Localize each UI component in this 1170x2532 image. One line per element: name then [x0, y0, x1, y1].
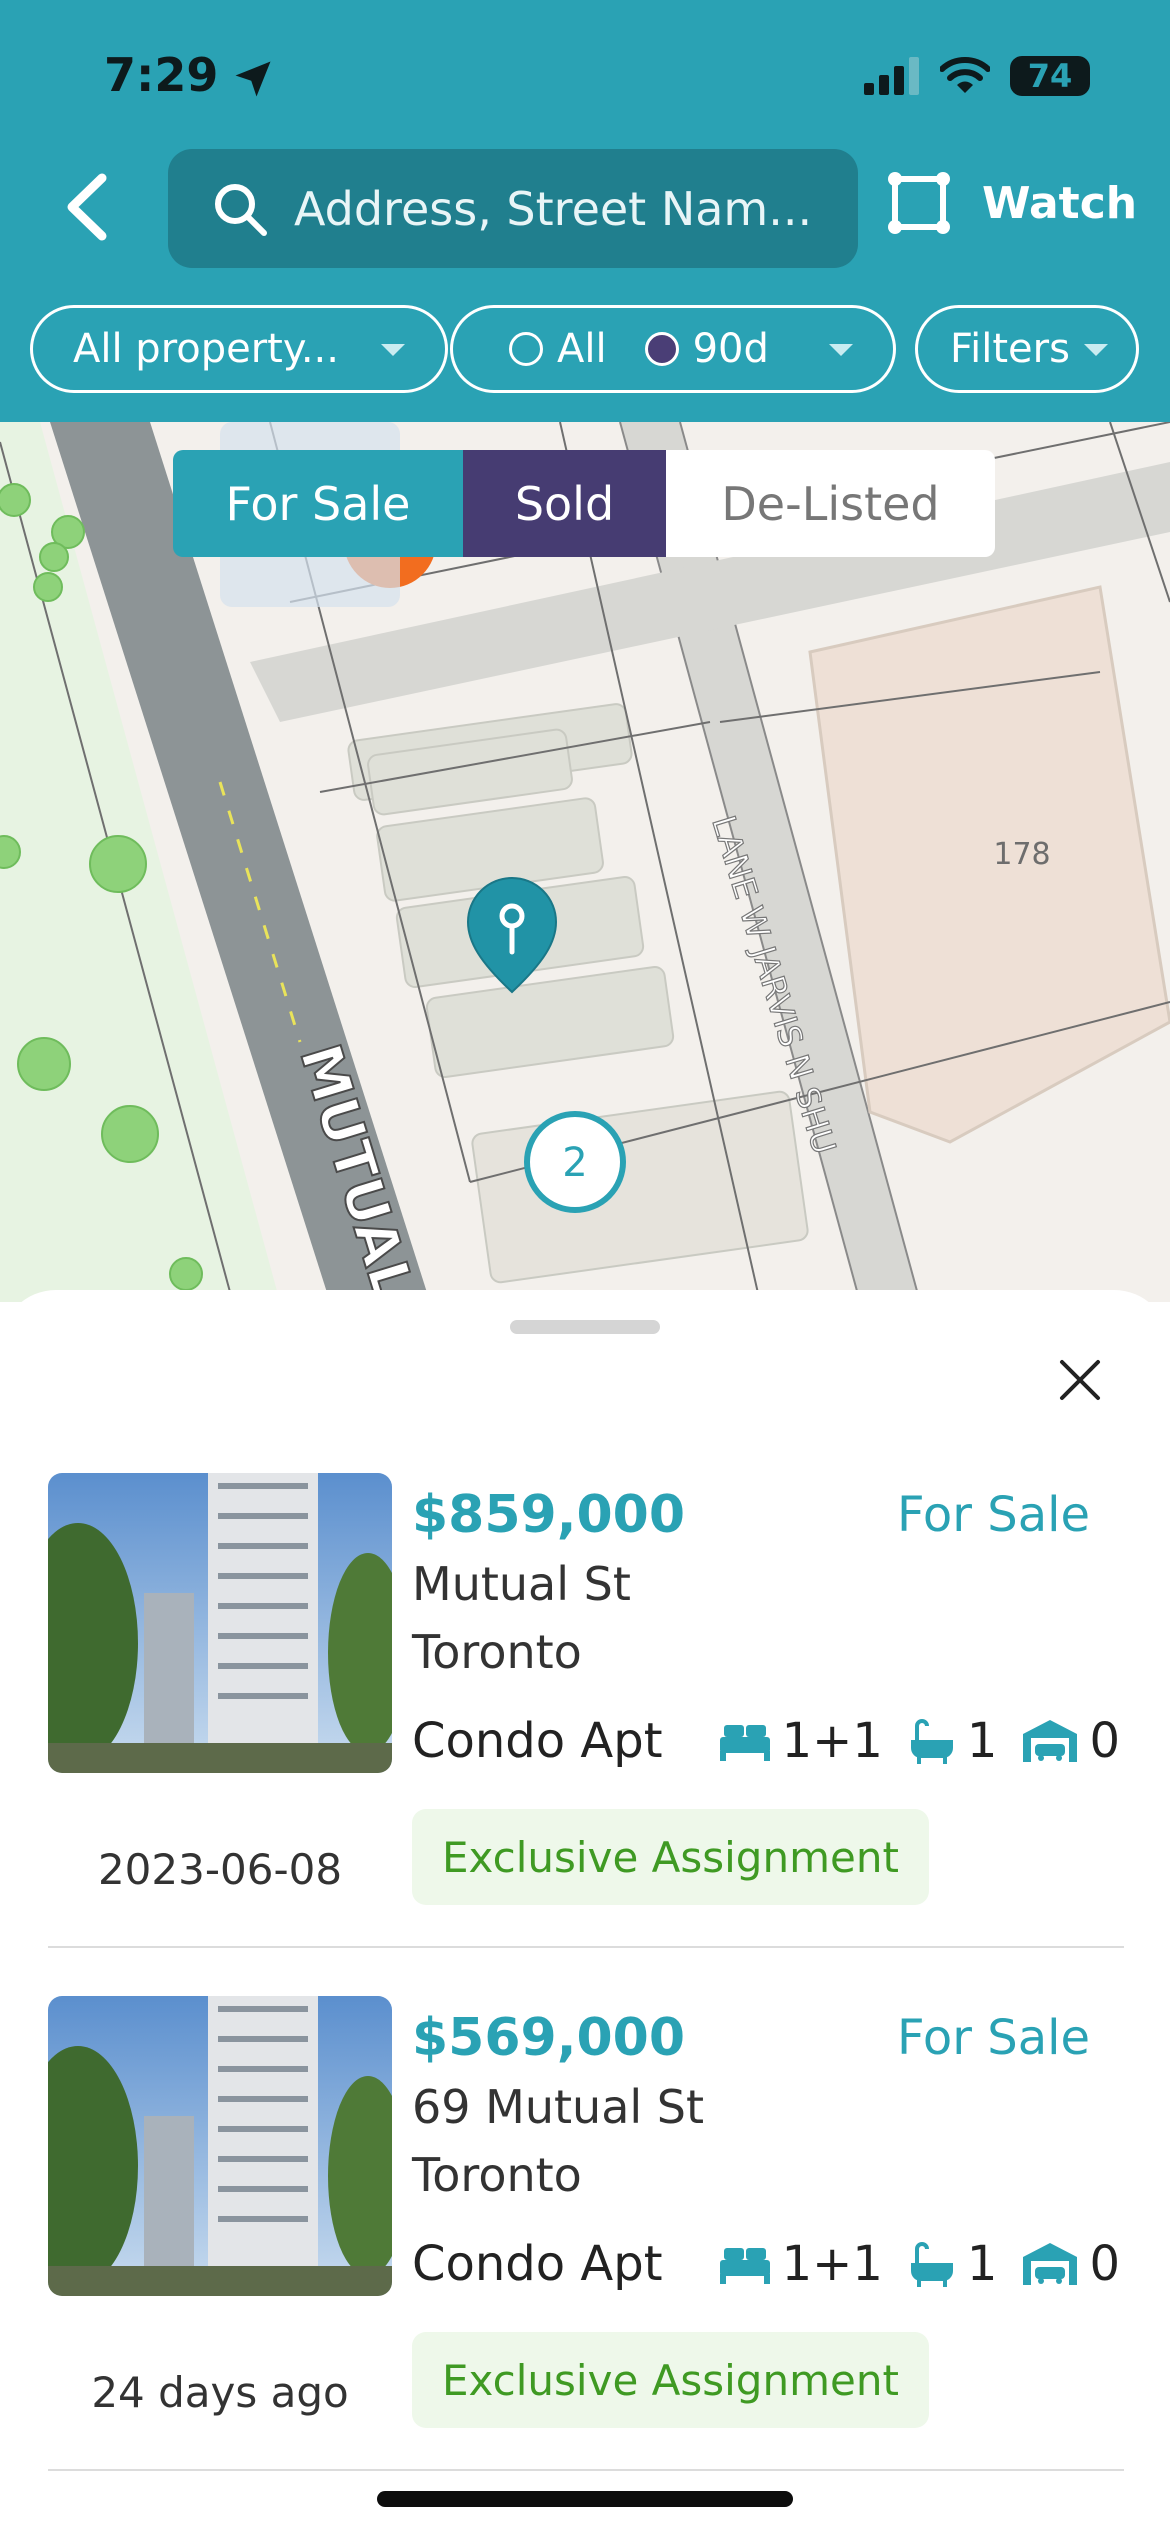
listing-specs: 1+1 1 0: [704, 1713, 1120, 1769]
tab-for-sale[interactable]: For Sale: [173, 450, 463, 557]
garage-icon: [1023, 1720, 1078, 1762]
top-header: 7:29 74 Address, Street Nam... Watch All…: [0, 0, 1170, 422]
listing-badge: Exclusive Assignment: [412, 1809, 929, 1905]
listing-specs: 1+1 1 0: [704, 2236, 1120, 2292]
chevron-down-icon: [829, 344, 853, 356]
beds-count: 1+1: [781, 2236, 883, 2292]
status-icons: 74: [864, 56, 1090, 96]
search-icon: [215, 183, 267, 236]
listing-address-line1: 69 Mutual St: [412, 2080, 705, 2134]
close-icon[interactable]: [1058, 1358, 1102, 1402]
time-range-filter[interactable]: All 90d: [450, 305, 896, 393]
chevron-down-icon: [1084, 344, 1108, 356]
search-placeholder: Address, Street Nam...: [294, 181, 813, 236]
listing-date: 2023-06-08: [97, 1845, 343, 1894]
listing-photo[interactable]: [48, 1473, 392, 1773]
listing-type: Condo Apt: [412, 1713, 663, 1769]
tab-de-listed[interactable]: De-Listed: [666, 450, 995, 557]
baths-count: 1: [966, 1713, 998, 1769]
bed-icon: [719, 1725, 770, 1761]
divider: [48, 1946, 1124, 1948]
location-arrow-icon: [235, 61, 271, 97]
watch-label: Watch: [982, 177, 1138, 229]
parking-count: 0: [1089, 2236, 1120, 2292]
garage-icon: [1023, 2243, 1078, 2285]
bath-icon: [910, 1719, 953, 1764]
status-time: 7:29: [104, 48, 219, 102]
time-90d-label: 90d: [692, 326, 769, 372]
listing-badge: Exclusive Assignment: [412, 2332, 929, 2428]
property-type-label: All property...: [73, 326, 339, 372]
listing-date: 24 days ago: [91, 2368, 349, 2417]
back-chevron-icon[interactable]: [62, 172, 112, 242]
filters-label: Filters: [950, 326, 1070, 372]
listing-address-line2: Toronto: [412, 2148, 582, 2202]
listing-photo[interactable]: [48, 1996, 392, 2296]
signal-icon: [864, 57, 919, 95]
search-input[interactable]: Address, Street Nam...: [168, 149, 858, 268]
divider: [48, 2469, 1124, 2471]
baths-count: 1: [966, 2236, 998, 2292]
bath-icon: [910, 2242, 953, 2287]
wifi-icon: [940, 57, 990, 93]
listing-card[interactable]: $569,000 For Sale 69 Mutual St Toronto C…: [0, 1996, 1170, 2496]
listing-price: $569,000: [412, 2008, 686, 2068]
building-number-label: 178: [993, 837, 1050, 872]
property-type-filter[interactable]: All property...: [30, 305, 448, 393]
listing-status: For Sale: [896, 1487, 1090, 1543]
tab-sold[interactable]: Sold: [463, 450, 666, 557]
home-indicator[interactable]: [377, 2491, 793, 2507]
listing-price: $859,000: [412, 1485, 686, 1545]
radio-90d-icon[interactable]: [644, 332, 679, 366]
beds-count: 1+1: [781, 1713, 883, 1769]
listing-address-line1: Mutual St: [412, 1557, 631, 1611]
cluster-count: 2: [562, 1140, 587, 1186]
chevron-down-icon: [381, 344, 405, 356]
bed-icon: [719, 2248, 770, 2284]
filters-button[interactable]: Filters: [915, 305, 1139, 393]
parking-count: 0: [1089, 1713, 1120, 1769]
draw-area-icon: [888, 172, 950, 234]
sheet-drag-handle[interactable]: [510, 1320, 660, 1334]
listing-card[interactable]: $859,000 For Sale Mutual St Toronto Cond…: [0, 1473, 1170, 1973]
cluster-marker[interactable]: 2: [524, 1111, 626, 1213]
battery-indicator: 74: [1010, 56, 1090, 96]
listing-status-tabs[interactable]: For Sale Sold De-Listed: [173, 450, 995, 557]
listing-type: Condo Apt: [412, 2236, 663, 2292]
listing-address-line2: Toronto: [412, 1625, 582, 1679]
time-all-label: All: [557, 326, 607, 372]
listing-status: For Sale: [896, 2010, 1090, 2066]
watch-button[interactable]: Watch: [886, 170, 1137, 236]
radio-all-icon[interactable]: [509, 332, 543, 366]
